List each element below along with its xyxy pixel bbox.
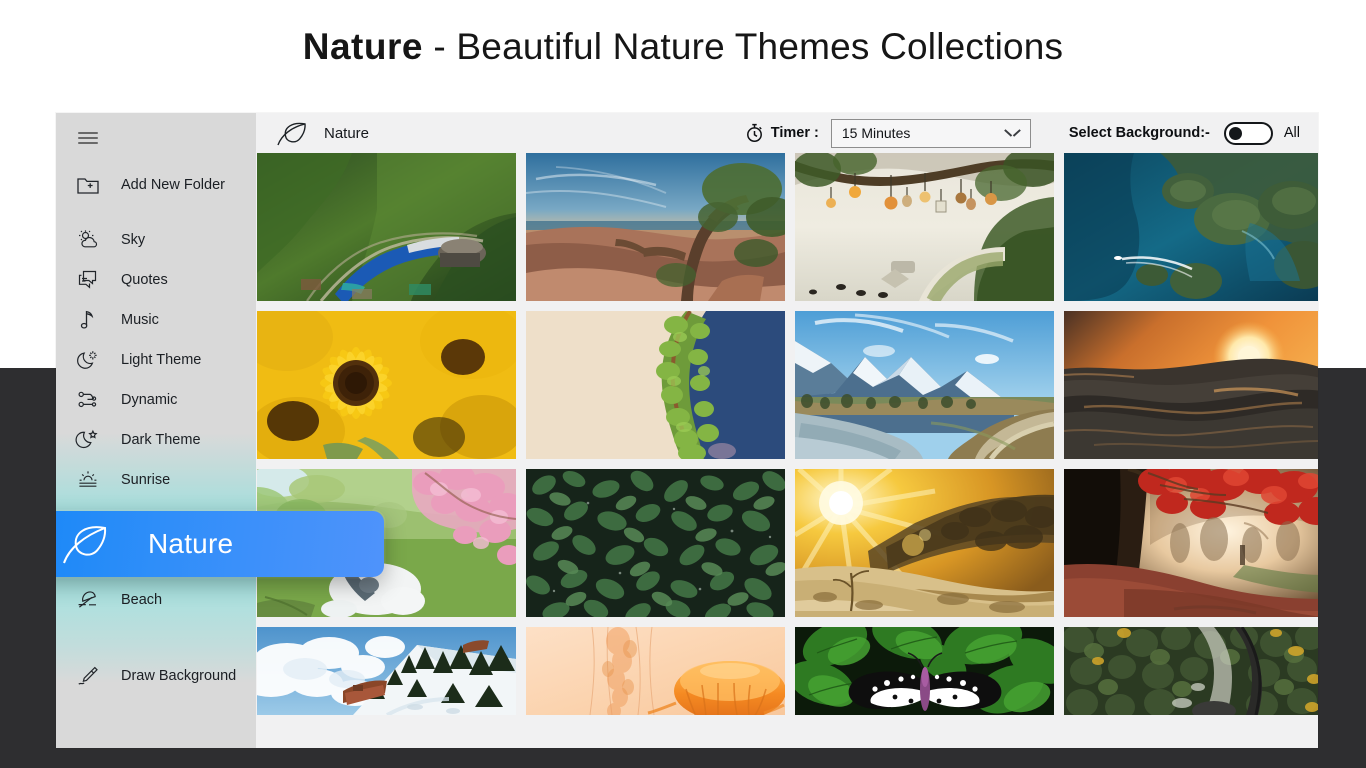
thumbnail-snowy-alpine-pine-slope[interactable]	[257, 627, 516, 715]
thumbnail-hanging-lanterns-over-pond[interactable]	[795, 153, 1054, 301]
sidebar-item-dark-theme[interactable]: Dark Theme	[56, 420, 256, 460]
leaf-icon	[274, 120, 310, 146]
dynamic-nodes-icon	[74, 386, 102, 414]
moon-star-icon	[74, 426, 102, 454]
beach-umbrella-icon	[74, 586, 102, 614]
page-title-strong: Nature	[302, 26, 423, 67]
thumbnail-aerial-tropical-islands-turquoise-bay[interactable]	[1064, 153, 1318, 301]
sidebar-item-label: Add New Folder	[121, 177, 225, 193]
thumbnail-row	[257, 627, 1318, 725]
sidebar-item-label: Sunrise	[121, 472, 171, 488]
thumbnail-black-white-butterfly-on-green-leaves[interactable]	[795, 627, 1054, 715]
sidebar-item-sky[interactable]: Sky	[56, 220, 256, 260]
chat-bubble-icon	[74, 266, 102, 294]
leaf-icon	[58, 521, 112, 567]
timer-label: Timer :	[770, 125, 819, 141]
hamburger-icon[interactable]	[76, 126, 102, 148]
thumbnail-grid	[256, 153, 1318, 748]
toggle-label: All	[1283, 125, 1300, 141]
thumbnail-gnarled-tree-on-desert-canyon-rim[interactable]	[526, 153, 785, 301]
thumbnail-yellow-sunflower-closeup[interactable]	[257, 311, 516, 459]
sidebar-item-sunrise[interactable]: Sunrise	[56, 460, 256, 500]
sidebar-item-quotes[interactable]: Quotes	[56, 260, 256, 300]
thumbnail-golden-sunburst-over-rocky-river[interactable]	[795, 469, 1054, 617]
thumbnail-red-autumn-foliage-forest-path[interactable]	[1064, 469, 1318, 617]
sidebar-item-draw-background[interactable]: Draw Background	[56, 656, 256, 696]
background-scope-toggle[interactable]	[1223, 121, 1273, 145]
nav-spacer-bottom	[56, 620, 256, 656]
thumbnail-orange-sunset-over-ocean-waves[interactable]	[1064, 311, 1318, 459]
thumbnail-orange-jellyfish-on-peach-background[interactable]	[526, 627, 785, 715]
sidebar-item-label: Quotes	[121, 272, 168, 288]
sidebar: Add New Folder Sky Quotes Music Light Th…	[56, 113, 256, 748]
thumbnail-aerial-pine-forest-road[interactable]	[1064, 627, 1318, 715]
sidebar-item-label: Light Theme	[121, 352, 202, 368]
thumbnail-row	[257, 311, 1318, 469]
stopwatch-icon	[745, 123, 764, 143]
thumbnail-dark-green-leaf-foliage-texture[interactable]	[526, 469, 785, 617]
timer-select-value: 15 Minutes	[841, 125, 911, 141]
pencil-draw-icon	[74, 662, 102, 690]
select-background-label: Select Background:-	[1068, 125, 1210, 141]
screen-root: Nature - Beautiful Nature Themes Collect…	[0, 0, 1366, 768]
sidebar-item-nature-highlighted[interactable]: Nature	[56, 511, 384, 577]
thumbnail-row	[257, 153, 1318, 311]
sun-cloud-icon	[74, 226, 102, 254]
folder-add-icon	[74, 171, 102, 199]
sidebar-item-label: Dark Theme	[121, 432, 201, 448]
sidebar-item-music[interactable]: Music	[56, 300, 256, 340]
chevron-down-icon	[1006, 129, 1019, 137]
sidebar-item-label: Music	[121, 312, 159, 328]
sidebar-item-label: Draw Background	[121, 668, 237, 684]
sidebar-nav-list: Add New Folder Sky Quotes Music Light Th…	[56, 165, 256, 696]
thumbnail-row	[257, 469, 1318, 627]
toggle-knob	[1228, 126, 1242, 140]
content-topbar: Nature Timer : 15 Minutes Select Backgro…	[256, 113, 1318, 153]
thumbnail-blue-train-through-green-valley[interactable]	[257, 153, 516, 301]
thumbnail-green-shoreline-beside-blue-water[interactable]	[526, 311, 785, 459]
sidebar-item-label: Nature	[148, 528, 234, 559]
content-title: Nature	[324, 124, 370, 142]
sidebar-item-label: Sky	[121, 232, 146, 248]
sidebar-item-dynamic[interactable]: Dynamic	[56, 380, 256, 420]
content-area: Nature Timer : 15 Minutes Select Backgro…	[256, 113, 1318, 748]
sidebar-item-label: Beach	[121, 592, 163, 608]
sidebar-item-add-new-folder[interactable]: Add New Folder	[56, 165, 256, 205]
sunrise-icon	[74, 466, 102, 494]
moon-sun-icon	[74, 346, 102, 374]
timer-select[interactable]: 15 Minutes	[830, 118, 1031, 148]
thumbnail-snow-capped-mountains-and-river-path[interactable]	[795, 311, 1054, 459]
sidebar-item-beach[interactable]: Beach	[56, 580, 256, 620]
sidebar-item-light-theme[interactable]: Light Theme	[56, 340, 256, 380]
page-title-rest: - Beautiful Nature Themes Collections	[422, 26, 1064, 67]
app-window: Add New Folder Sky Quotes Music Light Th…	[56, 113, 1318, 748]
music-note-icon	[74, 306, 102, 334]
sidebar-item-label: Dynamic	[121, 392, 178, 408]
page-title: Nature - Beautiful Nature Themes Collect…	[0, 26, 1366, 68]
